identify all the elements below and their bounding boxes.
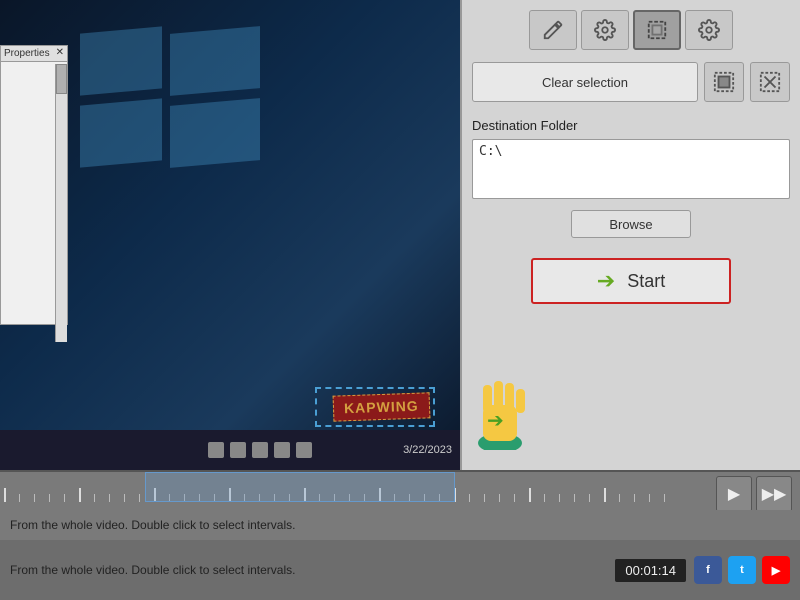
ruler-tick [19, 494, 34, 502]
ruler-tick [604, 488, 619, 502]
start-button-container: ➔ Start [531, 258, 731, 304]
deselect-icon-button[interactable] [750, 62, 790, 102]
video-preview-panel: Properties ✕ KAPWING 3/22/2023 [0, 0, 460, 470]
taskbar-icons [208, 442, 312, 458]
folder-path-input[interactable] [472, 139, 790, 199]
destination-folder-label: Destination Folder [472, 118, 790, 133]
select-region-icon-button[interactable] [704, 62, 744, 102]
ruler-tick [124, 494, 139, 502]
ruler-tick [559, 494, 574, 502]
toolbar-row [472, 10, 790, 50]
pencil-tool-button[interactable] [529, 10, 577, 50]
ruler-tick [664, 494, 679, 502]
ruler-tick [514, 494, 529, 502]
scrollbar-thumb[interactable] [56, 64, 67, 94]
windows-logo [80, 30, 260, 170]
ruler-tick [649, 494, 664, 502]
right-panel: Clear selection Destination Folder Brows… [460, 0, 800, 470]
ruler-tick [109, 494, 124, 502]
select-region-button[interactable] [633, 10, 681, 50]
ruler-tick [574, 494, 589, 502]
timecode-display: 00:01:14 [615, 559, 686, 582]
start-arrow-icon: ➔ [597, 268, 615, 294]
taskbar-icon-3 [252, 442, 268, 458]
ruler-tick [544, 494, 559, 502]
ruler-tick [589, 494, 604, 502]
ruler-tick [64, 494, 79, 502]
video-preview: Properties ✕ KAPWING 3/22/2023 [0, 0, 460, 470]
start-label: Start [627, 271, 665, 292]
browse-button[interactable]: Browse [571, 210, 691, 238]
timeline-panel: ▶ ▶▶ From the whole video. Double click … [0, 470, 800, 540]
youtube-icon[interactable]: ▶ [762, 556, 790, 584]
ruler-tick [4, 488, 19, 502]
timeline-play-button[interactable]: ▶ [716, 476, 752, 512]
ruler-tick [484, 494, 499, 502]
taskbar-icon-1 [208, 442, 224, 458]
timeline-controls: ▶ ▶▶ [716, 476, 792, 512]
taskbar: 3/22/2023 [0, 430, 460, 470]
selection-row: Clear selection [472, 62, 790, 102]
ruler-tick [469, 494, 484, 502]
timeline-ruler[interactable] [0, 472, 700, 502]
ruler-tick [94, 494, 109, 502]
taskbar-clock: 3/22/2023 [403, 444, 452, 456]
scrollbar[interactable] [55, 64, 67, 342]
properties-panel: Properties ✕ [0, 45, 68, 325]
start-button[interactable]: ➔ Start [531, 258, 731, 304]
facebook-icon[interactable]: f [694, 556, 722, 584]
taskbar-icon-5 [296, 442, 312, 458]
ruler-tick [454, 488, 469, 502]
ruler-tick [634, 494, 649, 502]
status-bar: From the whole video. Double click to se… [0, 540, 800, 600]
ruler-tick [34, 494, 49, 502]
ruler-tick [529, 488, 544, 502]
status-bar-text: From the whole video. Double click to se… [10, 563, 615, 577]
settings-button[interactable] [581, 10, 629, 50]
timeline-selection[interactable] [145, 472, 455, 502]
ruler-tick [79, 488, 94, 502]
properties-close-icon[interactable]: ✕ [56, 47, 64, 58]
timeline-skip-button[interactable]: ▶▶ [756, 476, 792, 512]
taskbar-icon-2 [230, 442, 246, 458]
ruler-tick [49, 494, 64, 502]
ruler-tick [619, 494, 634, 502]
advanced-settings-button[interactable] [685, 10, 733, 50]
twitter-icon[interactable]: t [728, 556, 756, 584]
clear-selection-button[interactable]: Clear selection [472, 62, 698, 102]
ruler-tick [499, 494, 514, 502]
social-icons: f t ▶ [694, 556, 790, 584]
selection-dashed-box [315, 387, 435, 427]
taskbar-icon-4 [274, 442, 290, 458]
status-text: From the whole video. Double click to se… [10, 518, 790, 532]
